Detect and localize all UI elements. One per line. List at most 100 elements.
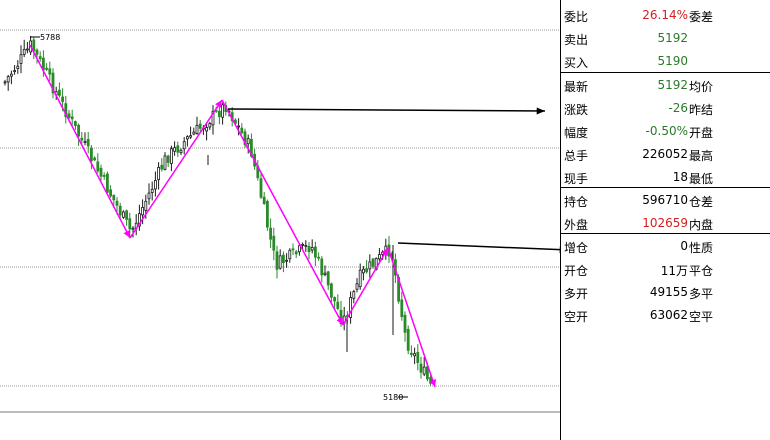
quote-label: 持仓 xyxy=(564,195,589,209)
quote-row: 现手 18 最低 xyxy=(561,166,770,189)
candle-body xyxy=(237,125,241,128)
candle-body xyxy=(413,353,417,357)
quote-label-secondary: 仓差 xyxy=(689,195,714,209)
candle-body xyxy=(144,200,148,211)
candle-body xyxy=(259,178,263,198)
quote-label: 外盘 xyxy=(564,218,589,232)
candle-body xyxy=(77,124,80,137)
trend-line xyxy=(342,247,389,326)
candle-body xyxy=(176,145,180,153)
quote-label: 买入 xyxy=(564,56,589,70)
candle-body xyxy=(93,157,96,161)
candle-body xyxy=(58,89,61,96)
candle-body xyxy=(377,254,381,260)
quote-value: 102659 xyxy=(642,216,688,230)
candle-body xyxy=(150,188,154,193)
candle-body xyxy=(323,272,327,276)
candle-body xyxy=(301,243,305,246)
candle-body xyxy=(313,246,317,258)
quote-label-secondary: 最高 xyxy=(689,149,714,163)
quote-label: 多开 xyxy=(564,287,589,301)
grid-lines xyxy=(0,29,560,413)
candle-body xyxy=(365,268,369,273)
candle-body xyxy=(416,352,420,363)
candle-body xyxy=(61,96,64,102)
candle-body xyxy=(115,200,119,206)
candle-body xyxy=(317,256,321,259)
candle-body xyxy=(198,123,202,129)
candle-body xyxy=(48,68,52,75)
candle-body xyxy=(22,48,26,55)
candle-body xyxy=(70,116,74,120)
trend-line xyxy=(129,99,223,239)
candle-body xyxy=(285,259,289,262)
candle-body xyxy=(153,180,157,190)
quote-value: -26 xyxy=(668,101,688,115)
quote-row: 开仓 11万 平仓 xyxy=(561,258,770,281)
quote-value: 49155 xyxy=(649,285,688,299)
candle-body xyxy=(278,255,282,269)
quote-value: 226052 xyxy=(642,147,688,161)
quote-label-secondary: 昨结 xyxy=(689,103,714,117)
arrow-lines xyxy=(227,107,560,254)
candle-body xyxy=(403,314,407,333)
quote-row: 增仓 0 性质 xyxy=(561,235,770,258)
candle-body xyxy=(208,123,212,128)
resistance-arrow-head xyxy=(536,107,545,115)
quote-label: 总手 xyxy=(564,149,589,163)
quote-label: 现手 xyxy=(564,172,589,186)
candle-body xyxy=(9,73,13,77)
candle-body xyxy=(400,299,404,318)
candle-body xyxy=(281,254,285,263)
quote-value: 596710 xyxy=(642,193,688,207)
quote-label-secondary: 性质 xyxy=(689,241,714,255)
quote-row: 卖出 5192 xyxy=(561,27,770,50)
quote-value: 18 xyxy=(672,170,688,184)
candle-body xyxy=(122,211,125,218)
candle-body xyxy=(192,131,196,135)
candle-body xyxy=(422,366,426,375)
quote-label: 增仓 xyxy=(564,241,589,255)
chart-canvas: 5788 5180 xyxy=(0,29,560,413)
candle-body xyxy=(16,65,20,69)
candle-body xyxy=(288,249,292,260)
quote-value: 5192 xyxy=(657,78,688,92)
quote-row: 幅度 -0.50% 开盘 xyxy=(561,120,770,143)
quote-row: 总手 226052 最高 xyxy=(561,143,770,166)
candle-body xyxy=(160,164,164,170)
candle-body xyxy=(128,218,132,230)
candle-body xyxy=(269,227,273,240)
candlestick-chart[interactable]: 5788 5180 xyxy=(0,0,560,440)
candle-body xyxy=(112,194,116,201)
candle-body xyxy=(352,291,356,299)
trend-line xyxy=(221,99,344,326)
quote-label-secondary: 开盘 xyxy=(689,126,714,140)
candle-body xyxy=(38,56,42,60)
trend-lines xyxy=(29,44,436,388)
candle-body xyxy=(185,136,189,140)
candle-body xyxy=(329,283,333,298)
resistance-arrow xyxy=(227,108,546,112)
candle-body xyxy=(99,167,103,177)
candle-body xyxy=(358,269,362,288)
candle-body xyxy=(320,258,324,276)
quote-row: 涨跌 -26 昨结 xyxy=(561,97,770,120)
quote-label-secondary: 内盘 xyxy=(689,218,714,232)
candle-body xyxy=(25,48,29,51)
candle-body xyxy=(275,251,279,270)
price-labels: 5788 5180 xyxy=(30,33,408,402)
quote-label: 空开 xyxy=(564,310,589,324)
candle-body xyxy=(310,246,314,251)
candle-body xyxy=(361,268,365,274)
quote-value: 5192 xyxy=(657,31,688,45)
mid-arrow xyxy=(397,242,560,251)
candle-body xyxy=(19,54,23,64)
candle-body xyxy=(368,261,372,270)
candle-body xyxy=(32,39,36,52)
candle-body xyxy=(90,147,93,162)
quote-label-secondary: 空平 xyxy=(689,310,714,324)
quote-value: 63062 xyxy=(649,308,688,322)
quote-panel: 委比 26.14% 委差 卖出 5192 买入 5190 最新 5192 均价 涨跌 -26 昨结 幅度 -… xyxy=(560,0,770,440)
candle-body xyxy=(336,301,340,309)
quote-label-secondary: 最低 xyxy=(689,172,714,186)
